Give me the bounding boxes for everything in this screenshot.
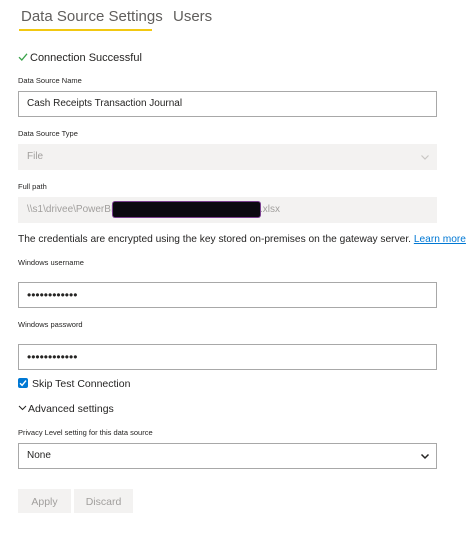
skip-test-connection-label: Skip Test Connection <box>32 378 131 390</box>
skip-test-connection: Skip Test Connection <box>18 378 130 391</box>
connection-status-text: Connection Successful <box>30 52 142 64</box>
chevron-down-icon <box>420 453 430 460</box>
tab-data-source-settings[interactable]: Data Source Settings <box>21 8 163 25</box>
datasource-type-label: Data Source Type <box>18 129 78 138</box>
datasource-name-label: Data Source Name <box>18 76 82 85</box>
tab-users[interactable]: Users <box>173 8 212 25</box>
skip-test-connection-checkbox[interactable] <box>18 378 28 388</box>
advanced-settings-label: Advanced settings <box>28 403 114 415</box>
full-path-prefix: \\s1\drivee\PowerBI\ <box>27 204 117 215</box>
check-icon <box>18 53 28 61</box>
windows-password-value: •••••••••••• <box>27 350 78 364</box>
discard-button[interactable]: Discard <box>74 489 133 513</box>
datasource-name-value: Cash Receipts Transaction Journal <box>27 98 183 109</box>
checkmark-icon <box>19 380 27 387</box>
privacy-level-value: None <box>27 450 51 461</box>
datasource-type-value: File <box>27 151 44 162</box>
advanced-settings-toggle[interactable]: Advanced settings <box>18 403 114 415</box>
privacy-level-label: Privacy Level setting for this data sour… <box>18 428 153 437</box>
windows-username-input[interactable]: •••••••••••• <box>18 282 437 308</box>
learn-more-link[interactable]: Learn more <box>414 234 466 245</box>
datasource-name-input[interactable]: Cash Receipts Transaction Journal <box>18 91 437 117</box>
full-path-label: Full path <box>18 182 47 191</box>
tab-bar: Data Source Settings Users <box>0 0 474 34</box>
windows-password-label: Windows password <box>18 320 83 329</box>
windows-username-label: Windows username <box>18 258 84 267</box>
connection-status: Connection Successful <box>18 52 142 64</box>
windows-username-value: •••••••••••• <box>27 288 78 302</box>
active-tab-indicator <box>19 29 152 31</box>
chevron-down-icon <box>421 155 429 160</box>
privacy-level-select[interactable]: None <box>18 443 437 469</box>
redaction-box <box>113 202 260 217</box>
credentials-info-text: The credentials are encrypted using the … <box>18 234 411 245</box>
apply-button[interactable]: Apply <box>18 489 71 513</box>
chevron-down-icon <box>18 405 27 411</box>
datasource-type-select: File <box>18 144 437 170</box>
windows-password-input[interactable]: •••••••••••• <box>18 344 437 370</box>
full-path-suffix: .xlsx <box>260 204 280 215</box>
credentials-info: The credentials are encrypted using the … <box>18 234 466 245</box>
